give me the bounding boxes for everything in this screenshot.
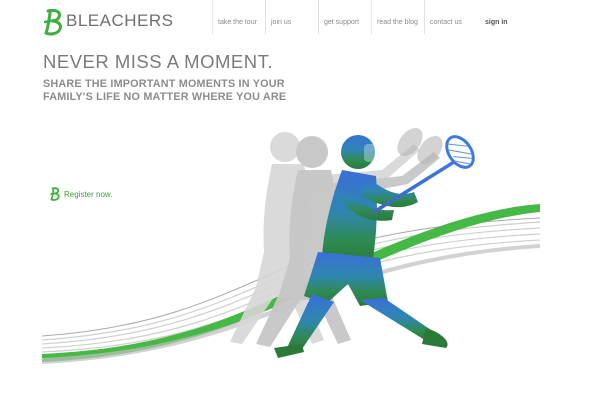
nav-read-the-blog[interactable]: read the blog	[371, 0, 424, 34]
register-link[interactable]: Register now.	[50, 187, 112, 201]
register-label: Register now.	[64, 189, 113, 199]
logo[interactable]: BLEACHERS	[44, 8, 173, 36]
page-subtitle: SHARE THE IMPORTANT MOMENTS IN YOUR FAMI…	[43, 78, 286, 104]
main-nav: take the tour join us get support read t…	[212, 0, 517, 34]
bleachers-b-logo-icon	[44, 8, 62, 36]
nav-take-the-tour[interactable]: take the tour	[212, 0, 265, 34]
subtitle-line-1: SHARE THE IMPORTANT MOMENTS IN YOUR	[43, 78, 285, 90]
nav-sign-in[interactable]: sign in	[477, 0, 517, 34]
site-header: BLEACHERS take the tour join us get supp…	[0, 0, 600, 46]
page-title: NEVER MISS A MOMENT.	[43, 51, 273, 72]
nav-contact-us[interactable]: contact us	[424, 0, 477, 34]
nav-get-support[interactable]: get support	[318, 0, 371, 34]
brand-name: BLEACHERS	[66, 11, 174, 30]
bleachers-b-small-icon	[50, 187, 60, 201]
nav-join-us[interactable]: join us	[265, 0, 318, 34]
subtitle-line-2: FAMILY'S LIFE NO MATTER WHERE YOU ARE	[43, 91, 287, 103]
